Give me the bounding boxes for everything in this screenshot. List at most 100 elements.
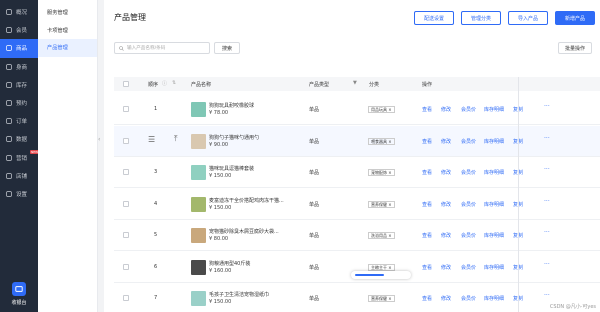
row-checkbox[interactable] — [123, 232, 129, 238]
filter-icon[interactable]: ▼ — [353, 80, 357, 86]
action-1-link[interactable]: 修改 — [441, 295, 451, 302]
sub-nav-card[interactable]: 卡项管理 — [38, 22, 97, 40]
row-checkbox[interactable] — [123, 169, 129, 175]
drag-handle-icon[interactable]: ☰ — [148, 135, 155, 144]
search-input[interactable]: 输入产品名称/条码 — [114, 42, 210, 54]
row-checkbox[interactable] — [123, 106, 129, 112]
action-3-link[interactable]: 库存明细 — [484, 264, 504, 271]
table-row[interactable]: 5 宠物猫砂除臭木屑豆腐砂大袋... ¥ 80.00 单品 洗浴用品 × 查看 修改 会员价 库… — [114, 220, 600, 251]
more-icon[interactable]: ··· — [544, 135, 550, 142]
action-3-link[interactable]: 库存明细 — [484, 138, 504, 145]
action-1-link[interactable]: 修改 — [441, 169, 451, 176]
product-name[interactable]: 狗粮通用型40斤装 — [209, 260, 305, 267]
rail-item-3[interactable]: 身商 — [0, 58, 38, 76]
rail-item-1[interactable]: 会员 — [0, 21, 38, 39]
action-3-link[interactable]: 库存明细 — [484, 295, 504, 302]
category-tag[interactable]: 主粮主干 × — [368, 263, 395, 271]
action-1-link[interactable]: 修改 — [441, 106, 451, 113]
rail-item-2[interactable]: 商品 — [0, 39, 38, 58]
more-icon[interactable]: ··· — [544, 292, 550, 299]
table-row[interactable]: 7 毛孩子卫生清洁宠物湿纸巾 ¥ 150.00 单品 营养保健 × 查看 修改 会员价 库存明细… — [114, 283, 600, 312]
category-tag[interactable]: 宠物配饰 × — [368, 169, 395, 176]
action-2-link[interactable]: 会员价 — [461, 106, 476, 113]
cashier-entry[interactable]: 收银台 — [0, 276, 38, 312]
table-row[interactable]: ☰⤒狗狗勺子猫咪勺通用勺¥ 90.00单品喂食器具 ×查看修改会员价库存明细复制… — [114, 125, 600, 157]
table-row[interactable]: 1狗狗玩具耐咬橡胶球¥ 78.00单品用品玩具 ×查看修改会员价库存明细复制··… — [114, 94, 600, 125]
row-checkbox[interactable] — [123, 137, 129, 144]
action-2-link[interactable]: 会员价 — [461, 295, 476, 302]
table-row[interactable]: 3猫咪玩具逗猫棒套装¥ 150.00单品宠物配饰 ×查看修改会员价库存明细复制·… — [114, 157, 600, 188]
import-product-button[interactable]: 导入产品 — [508, 11, 548, 25]
product-name[interactable]: 宠物猫砂除臭木屑豆腐砂大袋... — [209, 228, 305, 235]
add-product-button[interactable]: 新增产品 — [555, 11, 595, 25]
sub-nav-product[interactable]: 产品管理 — [38, 39, 97, 57]
more-icon[interactable]: ··· — [544, 198, 550, 205]
rail-item-10[interactable]: 设置 — [0, 185, 38, 203]
action-3-link[interactable]: 库存明细 — [484, 106, 504, 113]
action-1-link[interactable]: 修改 — [441, 264, 451, 271]
search-icon — [119, 45, 124, 51]
rail-item-0[interactable]: 概况 — [0, 3, 38, 21]
action-2-link[interactable]: 会员价 — [461, 169, 476, 176]
watermark: CSDN @凡小·可yes — [549, 304, 596, 310]
product-name[interactable]: 猫咪玩具逗猫棒套装 — [209, 165, 305, 172]
more-icon[interactable]: ··· — [544, 103, 550, 110]
more-icon[interactable]: ··· — [544, 166, 550, 173]
col-order[interactable]: 顺序 — [148, 81, 158, 88]
more-icon[interactable]: ··· — [544, 261, 550, 268]
action-0-link[interactable]: 查看 — [422, 169, 432, 176]
select-all-checkbox[interactable] — [123, 81, 129, 87]
manage-category-button[interactable]: 管理分类 — [461, 11, 501, 25]
member-icon — [6, 27, 12, 34]
row-checkbox[interactable] — [123, 200, 129, 207]
action-0-link[interactable]: 查看 — [422, 264, 432, 271]
action-1-link[interactable]: 修改 — [441, 201, 451, 208]
table-row[interactable]: 4 麦富迪冻干全价搭配鸡肉冻干猫... ¥ 150.00 单品 营养保健 × 查看 修改 会员… — [114, 189, 600, 220]
rail-item-4[interactable]: 库存 — [0, 76, 38, 94]
action-3-link[interactable]: 库存明细 — [484, 201, 504, 208]
action-2-link[interactable]: 会员价 — [461, 264, 476, 271]
action-0-link[interactable]: 查看 — [422, 232, 432, 239]
rail-item-7[interactable]: 数据 — [0, 130, 38, 148]
action-2-link[interactable]: 会员价 — [461, 232, 476, 239]
category-tag[interactable]: 营养保健 × — [368, 200, 395, 208]
col-type[interactable]: 产品类型 — [309, 81, 329, 88]
table-header: 顺序 ⓘ ⇅ 产品名称 产品类型 ▼ 分类 操作 — [114, 77, 600, 91]
col-category[interactable]: 分类 — [369, 81, 379, 88]
sort-icon[interactable]: ⇅ — [172, 80, 176, 86]
action-1-link[interactable]: 修改 — [441, 138, 451, 145]
action-2-link[interactable]: 会员价 — [461, 138, 476, 145]
category-tag[interactable]: 营养保健 × — [368, 295, 395, 302]
search-button[interactable]: 搜索 — [214, 42, 240, 54]
row-order: 4 — [154, 200, 158, 207]
action-1-link[interactable]: 修改 — [441, 232, 451, 239]
batch-action-button[interactable]: 批量操作 — [558, 42, 592, 54]
category-tag[interactable]: 喂食器具 × — [368, 137, 395, 145]
more-icon[interactable]: ··· — [544, 229, 550, 236]
rail-item-9[interactable]: 店铺 — [0, 167, 38, 185]
product-thumbnail — [191, 228, 206, 243]
action-2-link[interactable]: 会员价 — [461, 201, 476, 208]
product-name[interactable]: 毛孩子卫生清洁宠物湿纸巾 — [209, 291, 305, 298]
action-0-link[interactable]: 查看 — [422, 106, 432, 113]
action-0-link[interactable]: 查看 — [422, 138, 432, 145]
category-tag[interactable]: 用品玩具 × — [368, 106, 395, 113]
row-checkbox[interactable] — [123, 295, 129, 301]
col-name[interactable]: 产品名称 — [191, 81, 211, 88]
row-checkbox[interactable] — [123, 263, 129, 270]
product-name[interactable]: 狗狗勺子猫咪勺通用勺 — [209, 134, 305, 141]
category-tag[interactable]: 洗浴用品 × — [368, 232, 395, 239]
move-top-icon[interactable]: ⤒ — [174, 134, 178, 144]
product-name[interactable]: 狗狗玩具耐咬橡胶球 — [209, 102, 305, 109]
page-title: 产品管理 — [114, 13, 146, 22]
action-0-link[interactable]: 查看 — [422, 295, 432, 302]
delivery-settings-button[interactable]: 配送设置 — [414, 11, 454, 25]
action-3-link[interactable]: 库存明细 — [484, 232, 504, 239]
rail-item-6[interactable]: 订单 — [0, 112, 38, 130]
product-name[interactable]: 麦富迪冻干全价搭配鸡肉冻干猫... — [209, 197, 305, 204]
action-0-link[interactable]: 查看 — [422, 201, 432, 208]
rail-item-8[interactable]: 营销 NEW — [0, 149, 40, 167]
rail-item-5[interactable]: 预约 — [0, 94, 38, 112]
sub-nav-service[interactable]: 服务管理 — [38, 4, 97, 22]
action-3-link[interactable]: 库存明细 — [484, 169, 504, 176]
